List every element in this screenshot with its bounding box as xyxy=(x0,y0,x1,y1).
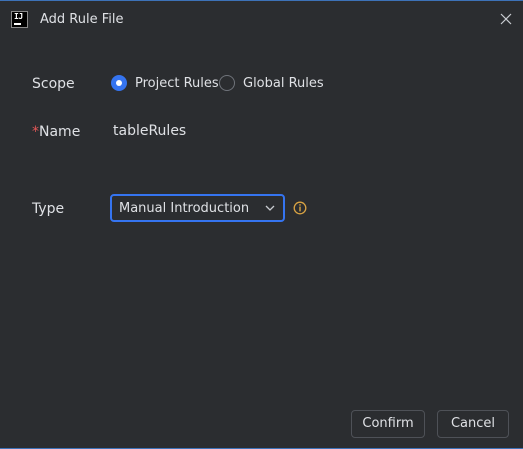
app-icon-text: IJ xyxy=(14,12,23,21)
project-rules-label[interactable]: Project Rules xyxy=(135,76,219,91)
chevron-down-icon xyxy=(265,205,275,211)
scope-label: Scope xyxy=(32,76,75,92)
type-select[interactable]: Manual Introduction xyxy=(110,194,285,222)
type-label: Type xyxy=(32,201,65,217)
required-mark: * xyxy=(32,124,39,140)
cancel-button[interactable]: Cancel xyxy=(437,410,509,438)
global-rules-radio[interactable] xyxy=(219,75,235,91)
close-icon xyxy=(500,13,512,25)
title-bar: IJ Add Rule File xyxy=(0,1,523,39)
dialog-title: Add Rule File xyxy=(40,12,124,27)
confirm-button[interactable]: Confirm xyxy=(351,410,425,438)
intellij-icon: IJ xyxy=(11,11,28,28)
name-label-text: Name xyxy=(39,124,81,140)
info-icon[interactable] xyxy=(293,201,307,215)
add-rule-file-dialog: IJ Add Rule File Scope Project Rules Glo… xyxy=(0,0,523,449)
name-label: *Name xyxy=(32,124,80,140)
type-select-value: Manual Introduction xyxy=(119,201,250,216)
project-rules-radio[interactable] xyxy=(111,75,127,91)
global-rules-label[interactable]: Global Rules xyxy=(243,76,324,91)
close-button[interactable] xyxy=(498,11,514,27)
name-value: tableRules xyxy=(113,123,187,139)
